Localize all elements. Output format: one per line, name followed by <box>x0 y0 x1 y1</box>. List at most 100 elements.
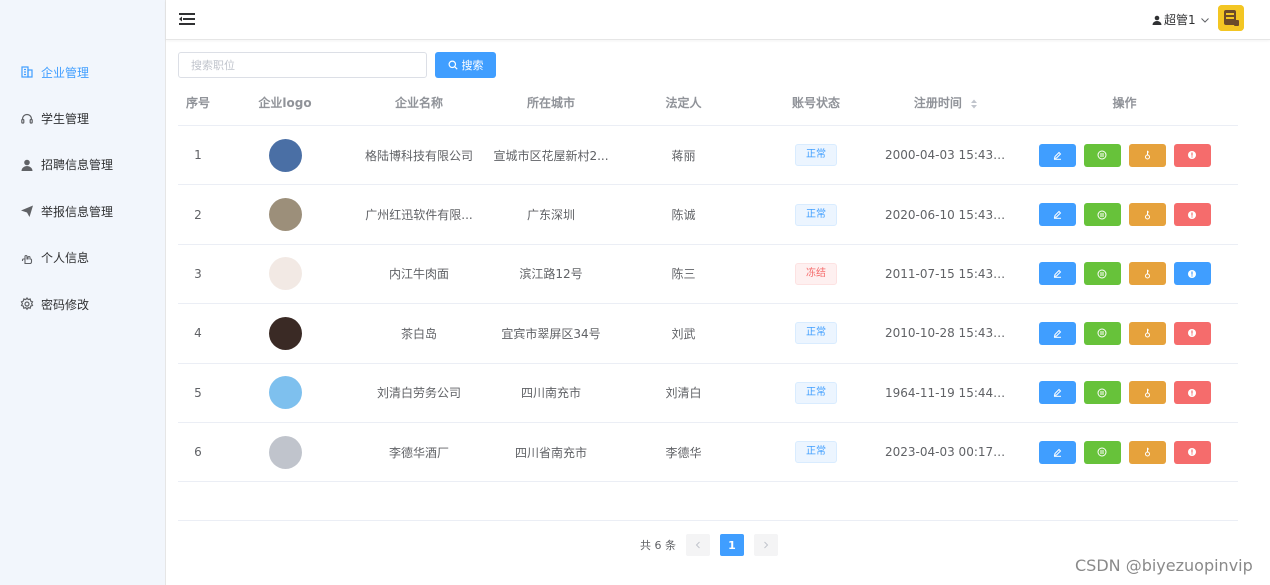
menu-toggle-icon[interactable] <box>178 10 196 28</box>
reset-password-button[interactable] <box>1128 381 1166 405</box>
user-menu[interactable]: 超管1 <box>1152 11 1212 28</box>
freeze-button[interactable] <box>1173 203 1211 227</box>
edit-button[interactable] <box>1038 440 1076 464</box>
edit-icon <box>1053 329 1062 338</box>
column-header-time[interactable]: 注册时间 <box>881 94 1011 111</box>
search-input[interactable] <box>178 52 427 78</box>
user-icon <box>1152 15 1162 25</box>
detail-button[interactable] <box>1083 440 1121 464</box>
chevron-down-icon <box>1200 17 1209 23</box>
top-bar: 超管1 <box>166 0 1270 40</box>
edit-button[interactable] <box>1038 262 1076 286</box>
enterprise-city: 四川省南充市 <box>514 445 587 460</box>
key-icon <box>1143 328 1152 338</box>
sort-icon[interactable] <box>970 99 978 109</box>
enterprise-city: 宣城市区花屋新村2... <box>493 148 609 163</box>
status-badge: 正常 <box>795 144 837 167</box>
detail-button[interactable] <box>1083 143 1121 167</box>
user-name: 超管1 <box>1164 13 1196 27</box>
freeze-button[interactable] <box>1173 321 1211 345</box>
table-row: 4 茶白岛 宜宾市翠屏区34号 刘武 正常 2010-10-28 15:43:57 <box>178 304 1238 364</box>
table-row: 5 刘清白劳务公司 四川南充市 刘清白 正常 1964-11-19 15:44:05 <box>178 364 1238 423</box>
divider <box>178 520 1238 521</box>
watermark: CSDN @biyezuopinvip <box>1075 556 1253 575</box>
search-button[interactable]: 搜索 <box>435 52 496 78</box>
enterprise-city: 四川南充市 <box>520 386 581 401</box>
legal-person: 李德华 <box>665 445 702 460</box>
reset-password-button[interactable] <box>1128 262 1166 286</box>
status-badge: 正常 <box>795 381 837 404</box>
status-cell: 正常 <box>751 441 881 464</box>
row-index: 6 <box>194 445 202 460</box>
enterprise-name: 茶白岛 <box>400 326 437 341</box>
column-header-status: 账号状态 <box>791 96 840 110</box>
status-cell: 正常 <box>751 381 881 404</box>
gear-icon <box>20 297 34 311</box>
edit-icon <box>1053 151 1062 160</box>
reset-password-button[interactable] <box>1128 203 1166 227</box>
prev-page-button[interactable] <box>686 534 710 556</box>
sidebar-item-label: 招聘信息管理 <box>41 158 114 173</box>
register-time: 2020-06-10 15:43:36 <box>885 207 1011 222</box>
legal-person: 蒋丽 <box>671 148 696 163</box>
freeze-button[interactable] <box>1173 143 1211 167</box>
reset-password-button[interactable] <box>1128 440 1166 464</box>
search-bar: 搜索 <box>178 52 496 78</box>
table-row: 2 广州红迅软件有限... 广东深圳 陈诚 正常 2020-06-10 15:43:36 <box>178 185 1238 245</box>
legal-person: 陈三 <box>671 267 696 282</box>
actions-cell <box>1011 440 1238 464</box>
status-badge: 冻结 <box>795 262 837 285</box>
list-icon <box>1097 447 1107 457</box>
column-header-time-label: 注册时间 <box>913 96 962 110</box>
edit-icon <box>1053 448 1062 457</box>
status-cell: 冻结 <box>751 262 881 285</box>
sidebar-item-reports[interactable]: 举报信息管理 <box>0 188 165 234</box>
sidebar-item-students[interactable]: 学生管理 <box>0 95 165 141</box>
row-index: 3 <box>194 266 202 281</box>
edit-icon <box>1053 269 1062 279</box>
reset-password-button[interactable] <box>1128 143 1166 167</box>
freeze-button[interactable] <box>1173 440 1211 464</box>
actions-cell <box>1011 381 1238 405</box>
sidebar-item-profile[interactable]: 个人信息 <box>0 235 165 281</box>
unfreeze-button[interactable] <box>1173 262 1211 286</box>
edit-button[interactable] <box>1038 321 1076 345</box>
sidebar-item-enterprise[interactable]: 企业管理 <box>0 49 165 95</box>
edit-button[interactable] <box>1038 203 1076 227</box>
row-index: 4 <box>194 326 202 341</box>
list-icon <box>1097 210 1107 220</box>
enterprise-name: 李德华酒厂 <box>388 445 449 460</box>
column-header-city: 所在城市 <box>526 96 575 110</box>
main-content: 超管1 搜索 序号 企业lo <box>166 0 1270 585</box>
detail-button[interactable] <box>1083 262 1121 286</box>
edit-button[interactable] <box>1038 381 1076 405</box>
sidebar-item-label: 企业管理 <box>41 65 90 80</box>
chevron-right-icon <box>764 541 769 549</box>
enterprise-logo <box>268 376 302 410</box>
next-page-button[interactable] <box>754 534 778 556</box>
sidebar-item-label: 学生管理 <box>41 112 90 127</box>
enterprise-name: 刘清白劳务公司 <box>376 386 461 401</box>
key-icon <box>1143 447 1152 457</box>
reset-password-button[interactable] <box>1128 321 1166 345</box>
list-icon <box>1097 150 1107 160</box>
edit-button[interactable] <box>1038 143 1076 167</box>
sidebar-item-password[interactable]: 密码修改 <box>0 281 165 327</box>
page-number-button[interactable]: 1 <box>720 534 744 556</box>
enterprise-logo <box>268 138 302 172</box>
logo-cell <box>218 376 352 410</box>
freeze-button[interactable] <box>1173 381 1211 405</box>
row-index: 1 <box>194 148 202 163</box>
actions-cell <box>1011 321 1238 345</box>
avatar[interactable] <box>1218 5 1244 31</box>
sidebar-item-label: 个人信息 <box>41 251 90 266</box>
warning-icon <box>1187 328 1197 338</box>
detail-button[interactable] <box>1083 203 1121 227</box>
legal-person: 陈诚 <box>671 208 696 223</box>
detail-button[interactable] <box>1083 381 1121 405</box>
list-icon <box>1097 388 1107 398</box>
sidebar-item-recruitment[interactable]: 招聘信息管理 <box>0 142 165 188</box>
detail-button[interactable] <box>1083 321 1121 345</box>
key-icon <box>1143 150 1152 160</box>
enterprise-name: 广州红迅软件有限... <box>365 208 473 223</box>
